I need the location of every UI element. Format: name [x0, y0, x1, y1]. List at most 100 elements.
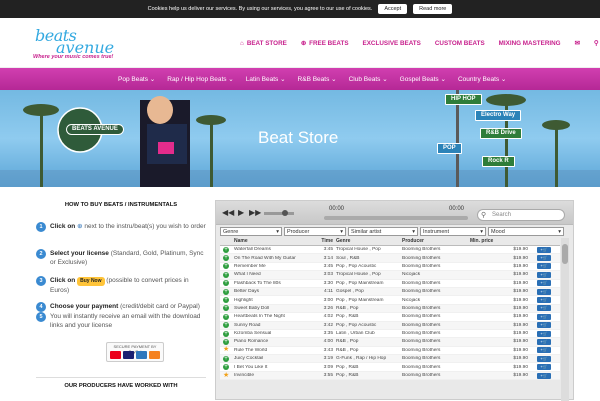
menu-latin-beats[interactable]: Latin Beats ⌄ [246, 75, 286, 83]
site-logo[interactable]: beats avenue Where your music comes true… [30, 26, 126, 62]
how-to-buy-panel: HOW TO BUY BEATS / INSTRUMENTALS 1 Click… [36, 195, 206, 400]
add-to-cart-button[interactable]: +🛒 [537, 313, 551, 320]
star-icon[interactable]: ★ [223, 372, 229, 379]
beat-genre: Tropical House , Pop [336, 247, 381, 253]
table-row[interactable]: + Sweet Baby Doll 3:26 R&B , Pop Booming Bro… [220, 304, 560, 314]
beat-genre: Pop , R&B [336, 373, 359, 379]
table-row[interactable]: + What I Need 3:03 Tropical House , Pop Nico… [220, 271, 560, 280]
sign-electro-way: Electro Way [475, 110, 522, 121]
col-time[interactable]: Time [316, 238, 336, 245]
beat-name: Heartbeats In The Night [234, 314, 285, 320]
beat-producer: Nicojack [402, 272, 421, 278]
add-to-cart-button[interactable]: +🛒 [537, 364, 551, 371]
menu-gospel-beats[interactable]: Gospel Beats ⌄ [400, 75, 446, 83]
search-icon: ⚲ [481, 212, 487, 219]
beat-price: $19.90 [513, 247, 528, 253]
table-row[interactable]: + Heartbeats In The Night 4:02 Pop , R&B Boo… [220, 313, 560, 322]
col-name[interactable]: Name [232, 238, 316, 245]
next-icon[interactable]: ▶▶ [249, 208, 261, 217]
scrollbar[interactable] [561, 238, 569, 401]
add-to-cart-button[interactable]: +🛒 [537, 347, 551, 354]
volume-slider[interactable] [264, 210, 294, 216]
add-to-cart-button[interactable]: +🛒 [537, 322, 551, 329]
add-icon[interactable]: + [223, 288, 229, 295]
filter-producer[interactable]: Producer ▾ [284, 227, 346, 236]
beat-producer: Booming Brothers [402, 364, 441, 370]
read-more-button[interactable]: Read more [413, 4, 453, 14]
menu-club-beats[interactable]: Club Beats ⌄ [349, 75, 388, 83]
filter-instrument[interactable]: Instrument ▾ [420, 227, 486, 236]
add-icon[interactable]: + [223, 338, 229, 345]
table-row[interactable]: + Flashback To The 80s 3:30 Pop , Pop Mains… [220, 279, 560, 288]
table-row[interactable]: + Waterfall Dreams 3:45 Tropical House , Po… [220, 246, 560, 255]
table-row[interactable]: + Highlight 3:00 Pop , Pop Mainstream Nicoja… [220, 296, 560, 305]
add-icon[interactable]: + [223, 246, 229, 253]
beat-time: 3:09 [323, 364, 333, 370]
add-icon[interactable]: + [223, 313, 229, 320]
add-to-cart-button[interactable]: +🛒 [537, 330, 551, 337]
col-min-price[interactable]: Min. price [464, 238, 534, 245]
table-row[interactable]: + On The Road With My Guitar 3:14 Soul , R&… [220, 254, 560, 263]
add-icon[interactable]: + [223, 322, 229, 329]
menu-rap-hiphop-beats[interactable]: Rap / Hip Hop Beats ⌄ [167, 75, 234, 83]
nav-mixing-mastering[interactable]: MIXING MASTERING [499, 40, 561, 47]
previous-icon[interactable]: ◀◀ [222, 208, 234, 217]
accept-cookies-button[interactable]: Accept [378, 4, 408, 14]
table-row[interactable]: ★ Invincible 3:55 Pop , R&B Booming Brothers… [220, 372, 560, 381]
add-to-cart-button[interactable]: +🛒 [537, 372, 551, 379]
add-to-cart-button[interactable]: +🛒 [537, 263, 551, 270]
add-icon[interactable]: + [223, 255, 229, 262]
add-icon[interactable]: + [223, 280, 229, 287]
menu-country-beats[interactable]: Country Beats ⌄ [458, 75, 506, 83]
genre-menu-bar: Pop Beats ⌄ Rap / Hip Hop Beats ⌄ Latin … [0, 68, 600, 90]
add-icon[interactable]: + [223, 355, 229, 362]
add-to-cart-button[interactable]: +🛒 [537, 338, 551, 345]
add-to-cart-button[interactable]: +🛒 [537, 246, 551, 253]
beat-name: Invincible [234, 373, 254, 379]
add-to-cart-button[interactable]: +🛒 [537, 288, 551, 295]
beat-price: $19.90 [513, 364, 528, 370]
add-to-cart-button[interactable]: +🛒 [537, 355, 551, 362]
beat-genre: Pop , R&B [336, 314, 359, 320]
play-icon[interactable]: ▶ [238, 208, 244, 217]
filter-mood[interactable]: Mood ▾ [488, 227, 564, 236]
filter-similar-artist[interactable]: Similar artist ▾ [348, 227, 418, 236]
add-icon[interactable]: + [223, 364, 229, 371]
add-icon[interactable]: + [223, 305, 229, 312]
col-genre[interactable]: Genre [336, 238, 402, 245]
add-to-cart-button[interactable]: +🛒 [537, 305, 551, 312]
menu-pop-beats[interactable]: Pop Beats ⌄ [118, 75, 155, 83]
table-row[interactable]: + Juicy Cocktail 3:19 G-Funk , Rap / Hip Ho… [220, 355, 560, 364]
scrollbar-thumb[interactable] [562, 244, 568, 264]
add-icon[interactable]: + [223, 263, 229, 270]
nav-beat-store[interactable]: ⌂ BEAT STORE [240, 40, 287, 47]
add-icon[interactable]: + [223, 330, 229, 337]
mail-icon[interactable]: ✉ [575, 40, 580, 47]
beat-name: Waterfall Dreams [234, 247, 271, 253]
add-icon[interactable]: + [223, 297, 229, 304]
filter-genre[interactable]: Genre ▾ [220, 227, 282, 236]
table-row[interactable]: ★ Rule The World 3:43 R&B , Pop Booming Brot… [220, 346, 560, 356]
add-to-cart-button[interactable]: +🛒 [537, 280, 551, 287]
menu-rnb-beats[interactable]: R&B Beats ⌄ [298, 75, 337, 83]
add-to-cart-button[interactable]: +🛒 [537, 255, 551, 262]
beat-search-input[interactable]: ⚲ Search [477, 209, 565, 221]
nav-custom-beats[interactable]: CUSTOM BEATS [435, 40, 485, 47]
table-row[interactable]: + I Bet You Like It 3:09 Pop , R&B Booming B… [220, 363, 560, 372]
nav-exclusive-beats[interactable]: EXCLUSIVE BEATS [363, 40, 421, 47]
col-producer[interactable]: Producer [402, 238, 464, 245]
beat-name: Kizomba Sensual [234, 331, 272, 337]
star-icon[interactable]: ★ [223, 346, 229, 353]
beat-price: $19.90 [513, 263, 528, 269]
table-row[interactable]: + Better Days 4:11 Gospel , Pop Booming Brot… [220, 287, 560, 297]
table-row[interactable]: + Piano Romance 4:00 R&B , Pop Booming Broth… [220, 338, 560, 347]
table-row[interactable]: + Kizomba Sensual 3:35 Latin , Urban Club Bo… [220, 329, 560, 339]
table-row[interactable]: + Remember Me 3:45 Pop , Pop Acoustic Boomin… [220, 262, 560, 272]
progress-bar[interactable] [324, 216, 468, 220]
add-to-cart-button[interactable]: +🛒 [537, 297, 551, 304]
table-row[interactable]: + Sunny Road 3:42 Pop , Pop Acoustic Booming… [220, 321, 560, 330]
nav-free-beats[interactable]: ⊕ FREE BEATS [301, 40, 349, 47]
search-icon[interactable]: ⚲ [594, 40, 599, 47]
add-to-cart-button[interactable]: +🛒 [537, 271, 551, 278]
add-icon[interactable]: + [223, 271, 229, 278]
